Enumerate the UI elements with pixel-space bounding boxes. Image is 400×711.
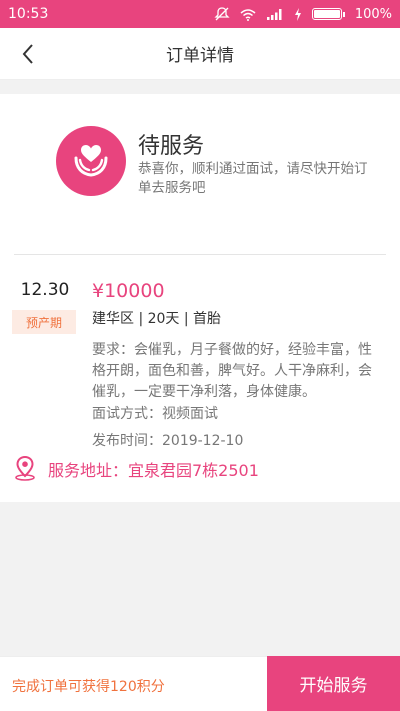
chevron-left-icon [22,44,33,64]
location-pin-icon [15,455,35,481]
order-attributes: 建华区 | 20天 | 首胎 [92,311,222,327]
order-date: 12.30 [20,280,70,300]
publish-time: 发布时间：2019-12-10 [92,433,244,449]
mute-icon [214,7,230,21]
start-service-button[interactable]: 开始服务 [267,656,400,711]
order-price: ¥10000 [92,280,165,302]
signal-icon [266,8,282,20]
battery-icon [311,8,345,20]
reward-text: 完成订单可获得120积分 [12,679,165,695]
heart-hands-icon [56,126,126,196]
page-title: 订单详情 [166,46,234,66]
battery-percent: 100% [354,6,392,22]
wifi-icon [240,8,256,21]
interview-method: 面试方式：视频面试 [92,406,218,422]
service-address: 服务地址：宜泉君园7栋2501 [48,461,259,480]
status-title: 待服务 [138,134,205,159]
status-icons: 100% [214,7,392,22]
status-description: 恭喜你，顺利通过面试，请尽快开始订单去服务吧 [138,161,368,196]
nav-bar: 订单详情 [0,28,400,80]
back-button[interactable] [16,42,40,66]
charging-icon [294,7,301,21]
order-requirement: 要求：会催乳，月子餐做的好，经验丰富，性格开朗，面色和善，脾气好。人干净麻利，会… [92,342,372,400]
due-date-badge: 预产期 [12,310,76,334]
status-bar: 10:53 100% [0,0,400,28]
divider [14,254,386,255]
status-time: 10:53 [8,6,49,22]
